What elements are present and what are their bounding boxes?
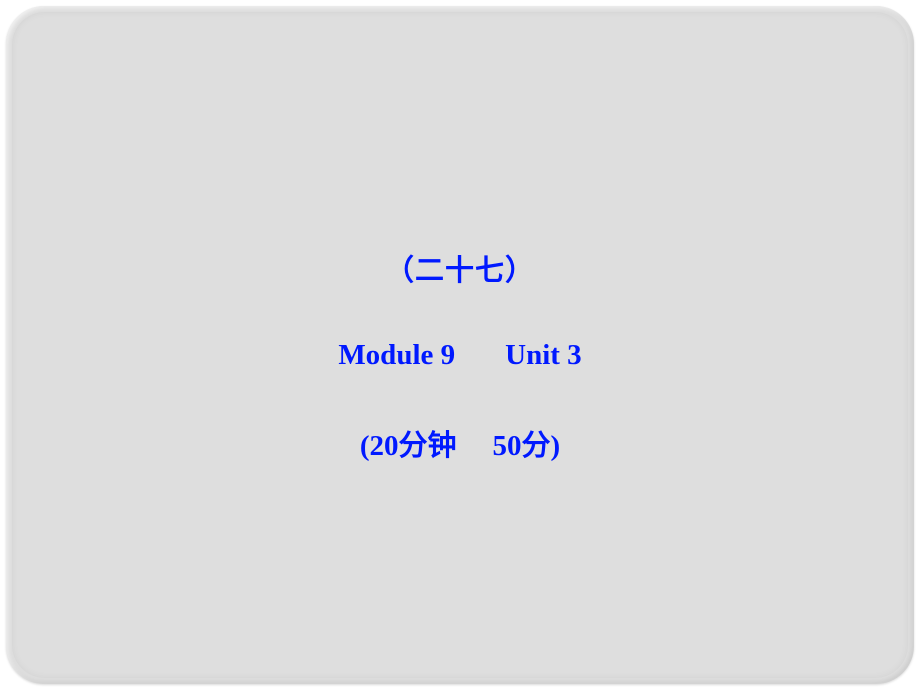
score-label: 50分) [493,430,561,462]
module-label: Module 9 [338,339,455,371]
slide-container: （二十七） Module 9 Unit 3 (20分钟 50分) [6,6,914,684]
slide-content: （二十七） Module 9 Unit 3 (20分钟 50分) [12,12,908,678]
slide-inner: （二十七） Module 9 Unit 3 (20分钟 50分) [12,12,908,678]
slide-time-score: (20分钟 50分) [360,422,560,464]
time-label: (20分钟 [360,430,457,462]
slide-title-number: （二十七） [385,247,535,289]
unit-label: Unit 3 [505,339,582,371]
slide-module-unit: Module 9 Unit 3 [338,339,581,372]
